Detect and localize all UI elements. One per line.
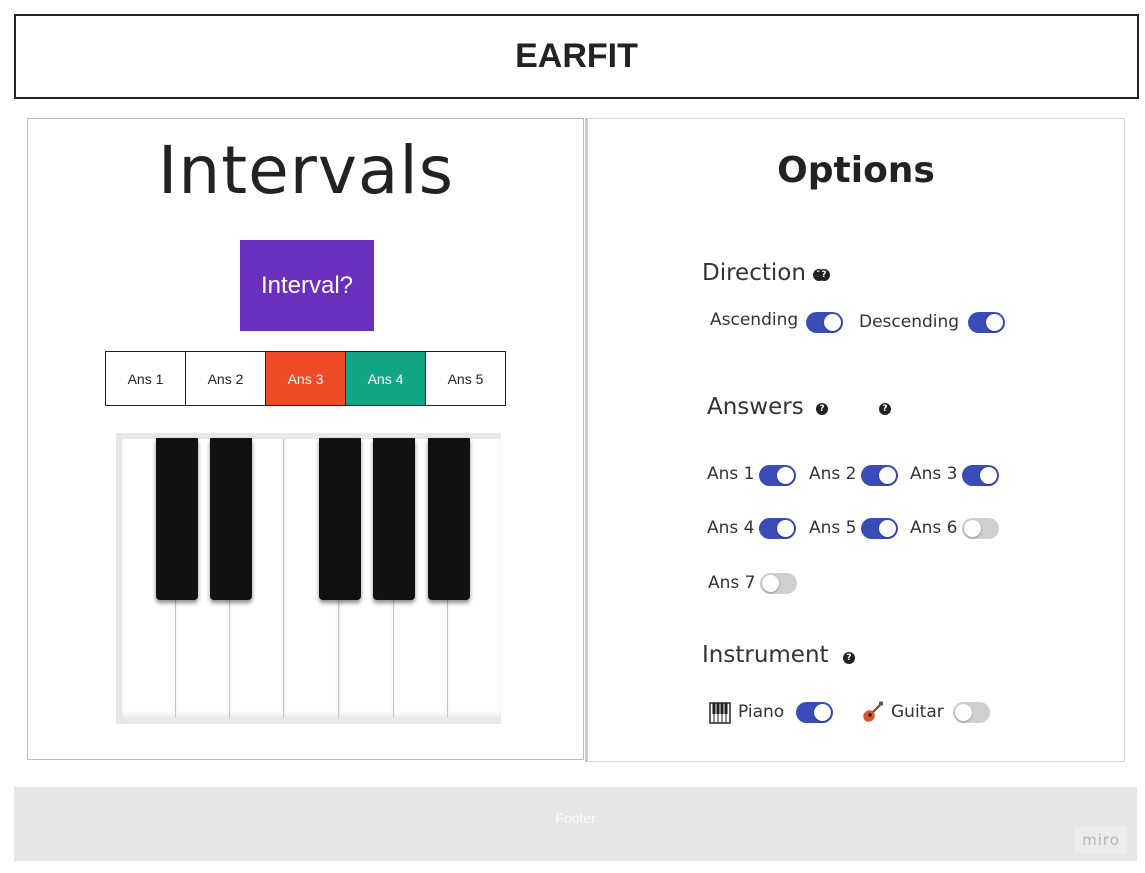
piano-keyboard[interactable] [116,433,501,724]
black-key[interactable] [156,438,198,600]
answer-button-5[interactable]: Ans 5 [425,351,506,406]
descending-label: Descending [859,312,960,332]
direction-title: Direction [702,260,806,286]
black-key[interactable] [373,438,415,600]
black-key[interactable] [428,438,470,600]
options-panel [587,118,1125,762]
piano-label: Piano [738,702,785,722]
piano-icon [709,702,731,724]
footer-text: Footer [555,810,596,826]
guitar-toggle[interactable] [953,702,990,723]
answer-button-2[interactable]: Ans 2 [185,351,266,406]
app-title: EARFIT [515,37,638,75]
instrument-title: Instrument [702,642,829,668]
answer-button-1[interactable]: Ans 1 [105,351,186,406]
answers-title: Answers [707,394,804,420]
help-icon[interactable]: ? [843,652,855,664]
piano-toggle[interactable] [796,702,833,723]
ascending-label: Ascending [710,310,799,330]
help-icon[interactable]: ? [879,403,891,415]
answer-buttons: Ans 1 Ans 2 Ans 3 Ans 4 Ans 5 [105,351,506,406]
answer-toggle-5[interactable] [861,518,898,539]
options-title: Options [777,150,935,191]
exercise-title: Intervals [157,132,455,209]
answer-button-4[interactable]: Ans 4 [345,351,426,406]
answer-option-label-4: Ans 4 [707,518,755,538]
answer-toggle-7[interactable] [760,573,797,594]
play-interval-button[interactable]: Interval? [240,240,374,331]
answer-option-label-7: Ans 7 [708,573,756,593]
answer-option-label-2: Ans 2 [809,464,857,484]
black-key[interactable] [319,438,361,600]
answer-button-3[interactable]: Ans 3 [265,351,346,406]
answer-option-label-1: Ans 1 [707,464,755,484]
answer-toggle-2[interactable] [861,465,898,486]
answer-toggle-4[interactable] [759,518,796,539]
guitar-label: Guitar [891,702,944,722]
black-key[interactable] [210,438,252,600]
app-header: EARFIT [14,14,1139,99]
answer-option-label-3: Ans 3 [910,464,958,484]
guitar-icon [863,701,884,722]
answer-toggle-6[interactable] [962,518,999,539]
answer-toggle-1[interactable] [759,465,796,486]
help-icon[interactable]: ? [816,403,828,415]
answer-option-label-6: Ans 6 [910,518,958,538]
answer-toggle-3[interactable] [962,465,999,486]
help-icon[interactable]: ? [818,269,830,281]
miro-badge[interactable]: miro [1075,826,1127,854]
descending-toggle[interactable] [968,312,1005,333]
piano-frame-left [116,433,122,724]
ascending-toggle[interactable] [806,312,843,333]
answer-option-label-5: Ans 5 [809,518,857,538]
